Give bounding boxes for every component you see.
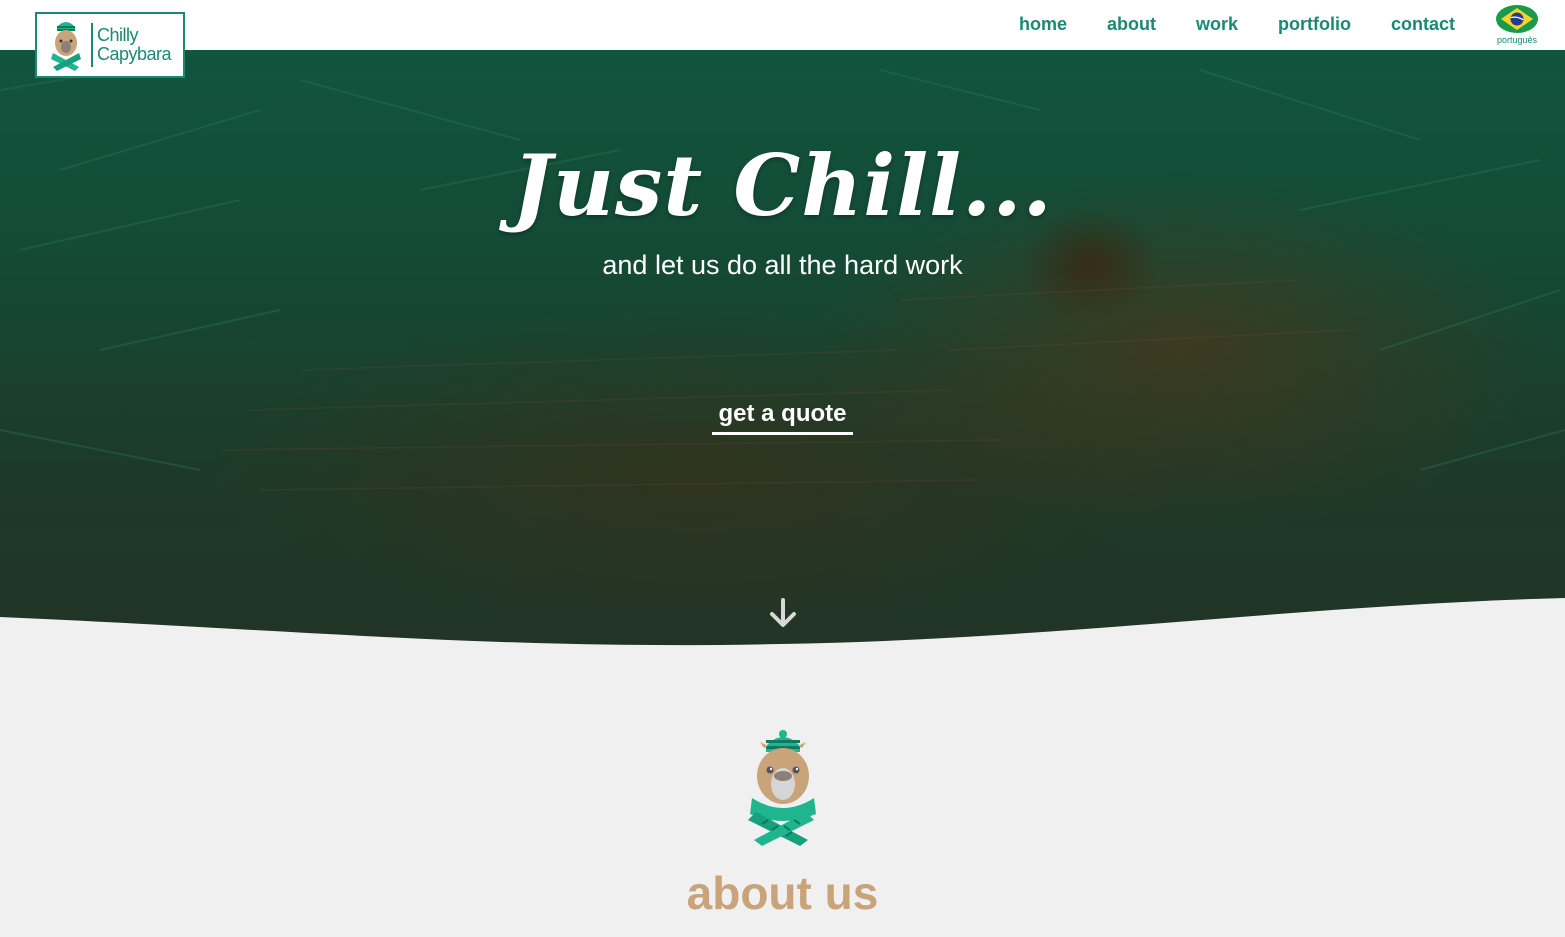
nav-contact-link[interactable]: contact	[1391, 14, 1455, 35]
nav-portfolio-link[interactable]: portfolio	[1278, 14, 1351, 35]
nav-about-link[interactable]: about	[1107, 14, 1156, 35]
brand-name-line2: Capybara	[97, 44, 172, 64]
main-nav: home about work portfolio contact	[1019, 14, 1455, 35]
language-label: português	[1496, 35, 1538, 45]
language-switcher[interactable]: português	[1494, 4, 1540, 45]
hero-subtitle: and let us do all the hard work	[602, 250, 963, 280]
site-header: home about work portfolio contact portug…	[0, 0, 1565, 50]
capybara-with-scarf-icon	[51, 22, 81, 71]
get-quote-button[interactable]: get a quote	[712, 398, 853, 435]
nav-work-link[interactable]: work	[1196, 14, 1238, 35]
hero-title: Just Chill...	[512, 136, 1053, 235]
arrow-down-icon[interactable]	[765, 596, 801, 632]
brazil-flag-icon	[1496, 5, 1538, 33]
brand-logo[interactable]: Chilly Capybara	[35, 12, 185, 78]
about-section-title: about us	[686, 867, 879, 919]
logo-divider	[91, 23, 93, 67]
capybara-with-scarf-icon	[748, 730, 816, 846]
brand-name: Chilly Capybara	[97, 25, 172, 64]
brand-name-line1: Chilly	[97, 25, 139, 45]
nav-home-link[interactable]: home	[1019, 14, 1067, 35]
